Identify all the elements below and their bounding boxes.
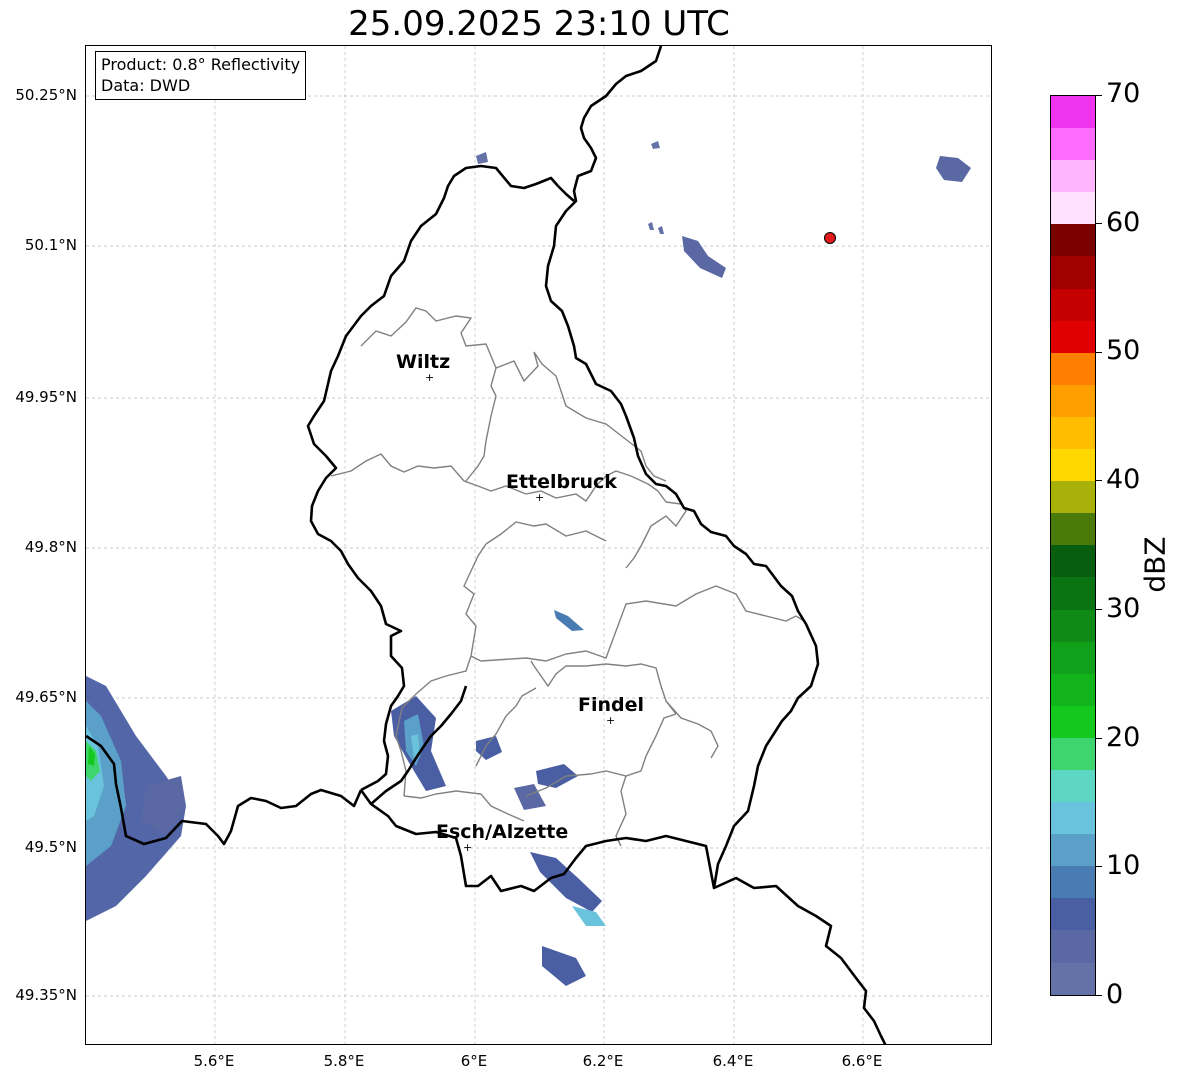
canton-borders xyxy=(330,307,805,847)
lat-tick-49-8: 49.8°N xyxy=(24,538,77,556)
dbz-colorbar xyxy=(1050,95,1096,996)
city-label-ettelbruck: Ettelbruck xyxy=(506,471,617,493)
lon-tick-6: 6°E xyxy=(460,1052,488,1070)
colorbar-segment xyxy=(1051,128,1095,161)
colorbar-segment xyxy=(1051,834,1095,867)
colorbar-tickmark xyxy=(1096,866,1102,867)
city-marker-esch-alzette: + xyxy=(463,841,473,854)
echo-south xyxy=(514,610,606,986)
radar-site-marker[interactable] xyxy=(824,232,836,244)
colorbar-segment xyxy=(1051,352,1095,385)
colorbar-tickmark xyxy=(1096,223,1102,224)
colorbar-segment xyxy=(1051,320,1095,353)
lon-tick-6-4: 6.4°E xyxy=(712,1052,754,1070)
national-borders xyxy=(86,46,887,1044)
colorbar-segment xyxy=(1051,192,1095,225)
colorbar-tick-60: 60 xyxy=(1106,207,1141,238)
colorbar-segment xyxy=(1051,930,1095,963)
lat-tick-49-95: 49.95°N xyxy=(15,388,77,406)
colorbar-segment xyxy=(1051,609,1095,642)
colorbar-tickmark xyxy=(1096,352,1102,353)
colorbar-tick-10: 10 xyxy=(1106,850,1141,881)
map-canvas xyxy=(86,46,991,1044)
colorbar-segment xyxy=(1051,160,1095,193)
colorbar-segment xyxy=(1051,577,1095,610)
lat-tick-50-25: 50.25°N xyxy=(15,86,77,104)
radar-echoes xyxy=(86,141,971,986)
lon-tick-5-8: 5.8°E xyxy=(323,1052,365,1070)
radar-map[interactable] xyxy=(85,45,992,1045)
colorbar-segment xyxy=(1051,705,1095,738)
colorbar-segment xyxy=(1051,288,1095,321)
city-marker-ettelbruck: + xyxy=(535,491,545,504)
echo-west-border xyxy=(391,696,502,791)
colorbar-segment xyxy=(1051,449,1095,482)
colorbar-segment xyxy=(1051,769,1095,803)
colorbar-segment xyxy=(1051,962,1095,995)
colorbar-segment xyxy=(1051,384,1095,417)
colorbar-segment xyxy=(1051,416,1095,450)
echo-west-edge xyxy=(86,676,186,921)
colorbar-segment xyxy=(1051,802,1095,835)
colorbar-segment xyxy=(1051,481,1095,514)
city-marker-wiltz: + xyxy=(425,371,435,384)
lat-tick-50-1: 50.1°N xyxy=(24,236,77,254)
colorbar-segment xyxy=(1051,513,1095,546)
colorbar-tickmark xyxy=(1096,738,1102,739)
colorbar-segment xyxy=(1051,737,1095,770)
colorbar-tick-30: 30 xyxy=(1106,593,1141,624)
colorbar-segment xyxy=(1051,96,1095,129)
colorbar-segment xyxy=(1051,866,1095,899)
lat-tick-49-65: 49.65°N xyxy=(15,688,77,706)
colorbar-tick-50: 50 xyxy=(1106,335,1141,366)
gridlines xyxy=(86,46,991,1044)
city-label-esch-alzette: Esch/Alzette xyxy=(436,821,569,843)
city-marker-findel: + xyxy=(606,714,616,727)
data-source-label: Data: DWD xyxy=(101,76,191,95)
city-label-findel: Findel xyxy=(578,694,645,716)
lon-tick-5-6: 5.6°E xyxy=(193,1052,235,1070)
colorbar-label: dBZ xyxy=(1138,536,1172,593)
lon-tick-6-2: 6.2°E xyxy=(582,1052,624,1070)
product-info-box: Product: 0.8° Reflectivity Data: DWD xyxy=(95,51,307,100)
colorbar-tick-40: 40 xyxy=(1106,464,1141,495)
lon-tick-6-6: 6.6°E xyxy=(841,1052,883,1070)
lat-tick-49-35: 49.35°N xyxy=(15,986,77,1004)
colorbar-tickmark xyxy=(1096,95,1102,96)
colorbar-segment xyxy=(1051,256,1095,289)
lat-tick-49-5: 49.5°N xyxy=(24,838,77,856)
colorbar-tick-0: 0 xyxy=(1106,979,1124,1010)
colorbar-tickmark xyxy=(1096,480,1102,481)
product-label: Product: 0.8° Reflectivity xyxy=(101,55,301,74)
colorbar-segment xyxy=(1051,545,1095,578)
colorbar-segment xyxy=(1051,224,1095,257)
colorbar-segment xyxy=(1051,898,1095,931)
colorbar-segment xyxy=(1051,641,1095,674)
colorbar-segment xyxy=(1051,673,1095,706)
colorbar-tick-20: 20 xyxy=(1106,722,1141,753)
map-title: 25.09.2025 23:10 UTC xyxy=(348,4,730,44)
colorbar-tick-70: 70 xyxy=(1106,78,1141,109)
colorbar-tickmark xyxy=(1096,995,1102,996)
city-label-wiltz: Wiltz xyxy=(396,351,451,373)
colorbar-tickmark xyxy=(1096,609,1102,610)
